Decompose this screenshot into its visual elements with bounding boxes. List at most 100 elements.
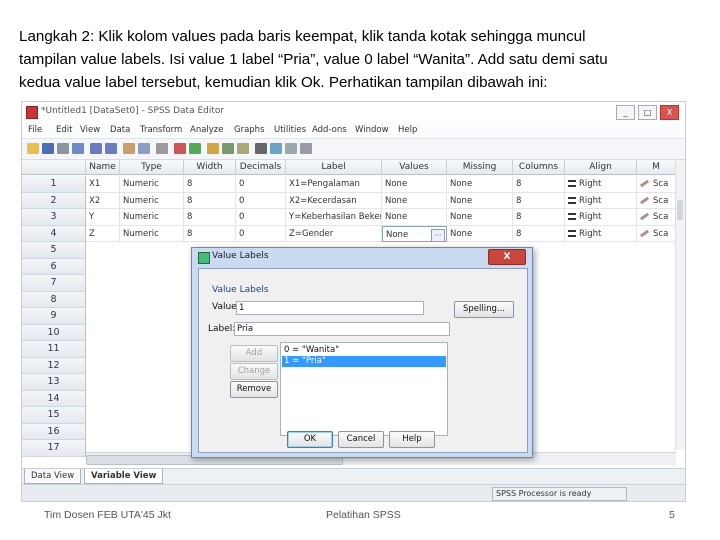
cell-label[interactable]: X2=Kecerdasan xyxy=(286,192,382,209)
find-icon[interactable] xyxy=(156,143,168,154)
variables-icon[interactable] xyxy=(138,143,150,154)
header-values[interactable]: Values xyxy=(382,160,447,175)
menu-graphs[interactable]: Graphs xyxy=(234,125,265,135)
cell-columns[interactable]: 8 xyxy=(513,209,565,226)
menu-utilities[interactable]: Utilities xyxy=(274,125,306,135)
cell-label[interactable]: Y=Keberhasilan Bekerja xyxy=(286,209,382,226)
row-number[interactable]: 15 xyxy=(22,407,86,424)
cell-measure[interactable]: Sca xyxy=(637,209,676,226)
row-number[interactable]: 11 xyxy=(22,341,86,358)
goto-case-icon[interactable] xyxy=(123,143,135,154)
menu-transform[interactable]: Transform xyxy=(140,125,182,135)
cancel-button[interactable]: Cancel xyxy=(338,431,384,448)
header-type[interactable]: Type xyxy=(120,160,184,175)
row-number[interactable]: 17 xyxy=(22,440,86,457)
row-number[interactable]: 4 xyxy=(22,225,86,242)
cell-width[interactable]: 8 xyxy=(184,225,236,242)
row-number[interactable]: 8 xyxy=(22,291,86,308)
cell-decimals[interactable]: 0 xyxy=(236,209,286,226)
insert-cases-icon[interactable] xyxy=(174,143,186,154)
remove-button[interactable]: Remove xyxy=(230,381,278,398)
cell-type[interactable]: Numeric xyxy=(120,209,184,226)
cell-type[interactable]: Numeric xyxy=(120,225,184,242)
cell-align[interactable]: Right xyxy=(565,225,637,242)
close-button[interactable]: X xyxy=(660,105,679,120)
cell-missing[interactable]: None xyxy=(447,225,513,242)
header-measure[interactable]: M xyxy=(637,160,676,175)
cell-missing[interactable]: None xyxy=(447,176,513,193)
cell-measure[interactable]: Sca xyxy=(637,176,676,193)
label-input[interactable]: Pria xyxy=(234,322,450,336)
cell-name[interactable]: Y xyxy=(86,209,120,226)
cell-label[interactable]: Z=Gender xyxy=(286,225,382,242)
row-number[interactable]: 7 xyxy=(22,275,86,292)
scroll-thumb[interactable] xyxy=(677,200,683,220)
header-label[interactable]: Label xyxy=(286,160,382,175)
menu-analyze[interactable]: Analyze xyxy=(190,125,224,135)
header-name[interactable]: Name xyxy=(86,160,120,175)
header-width[interactable]: Width xyxy=(184,160,236,175)
cell-align[interactable]: Right xyxy=(565,176,637,193)
list-item[interactable]: 0 = "Wanita" xyxy=(282,345,494,356)
row-number[interactable]: 3 xyxy=(22,209,86,226)
add-button[interactable]: Add xyxy=(230,345,278,362)
cell-align[interactable]: Right xyxy=(565,192,637,209)
cell-missing[interactable]: None xyxy=(447,192,513,209)
change-button[interactable]: Change xyxy=(230,363,278,380)
menu-help[interactable]: Help xyxy=(398,125,417,135)
row-number[interactable]: 16 xyxy=(22,423,86,440)
undo-icon[interactable] xyxy=(90,143,102,154)
cell-name[interactable]: Z xyxy=(86,225,120,242)
row-number[interactable]: 6 xyxy=(22,258,86,275)
tab-data-view[interactable]: Data View xyxy=(24,469,82,484)
ellipsis-button[interactable]: ⋯ xyxy=(431,228,445,242)
cell-name[interactable]: X1 xyxy=(86,176,120,193)
cell-width[interactable]: 8 xyxy=(184,209,236,226)
open-folder-icon[interactable] xyxy=(27,143,39,154)
cell-name[interactable]: X2 xyxy=(86,192,120,209)
redo-icon[interactable] xyxy=(105,143,117,154)
menu-addons[interactable]: Add-ons xyxy=(312,125,347,135)
cell-measure[interactable]: Sca xyxy=(637,192,676,209)
dialog-close-button[interactable]: X xyxy=(488,249,526,265)
use-sets-icon[interactable] xyxy=(270,143,282,154)
value-labels-list[interactable]: 0 = "Wanita" 1 = "Pria" xyxy=(280,342,448,436)
list-item-selected[interactable]: 1 = "Pria" xyxy=(282,356,446,367)
header-missing[interactable]: Missing xyxy=(447,160,513,175)
value-input[interactable]: 1 xyxy=(236,301,424,315)
split-file-icon[interactable] xyxy=(207,143,219,154)
row-number[interactable]: 5 xyxy=(22,242,86,259)
row-number[interactable]: 2 xyxy=(22,192,86,209)
row-number[interactable]: 12 xyxy=(22,357,86,374)
value-labels-icon[interactable] xyxy=(255,143,267,154)
cell-type[interactable]: Numeric xyxy=(120,176,184,193)
print-icon[interactable] xyxy=(57,143,69,154)
minimize-button[interactable]: _ xyxy=(616,105,635,120)
maximize-button[interactable]: □ xyxy=(638,105,657,120)
menu-data[interactable]: Data xyxy=(110,125,130,135)
menu-edit[interactable]: Edit xyxy=(56,125,72,135)
menu-view[interactable]: View xyxy=(80,125,100,135)
insert-variable-icon[interactable] xyxy=(189,143,201,154)
spell-icon[interactable] xyxy=(300,143,312,154)
vertical-scrollbar[interactable] xyxy=(675,160,685,450)
row-number[interactable]: 10 xyxy=(22,324,86,341)
cell-measure[interactable]: Sca xyxy=(637,225,676,242)
select-cases-icon[interactable] xyxy=(237,143,249,154)
tab-variable-view[interactable]: Variable View xyxy=(84,469,164,484)
help-button[interactable]: Help xyxy=(389,431,435,448)
menu-file[interactable]: File xyxy=(28,125,42,135)
cell-values[interactable]: None xyxy=(382,209,447,226)
cell-columns[interactable]: 8 xyxy=(513,225,565,242)
row-number[interactable]: 13 xyxy=(22,374,86,391)
row-number[interactable]: 14 xyxy=(22,390,86,407)
cell-width[interactable]: 8 xyxy=(184,176,236,193)
header-align[interactable]: Align xyxy=(565,160,637,175)
save-icon[interactable] xyxy=(42,143,54,154)
cell-values[interactable]: None xyxy=(382,192,447,209)
header-decimals[interactable]: Decimals xyxy=(236,160,286,175)
cell-decimals[interactable]: 0 xyxy=(236,225,286,242)
row-number[interactable]: 9 xyxy=(22,308,86,325)
ok-button[interactable]: OK xyxy=(287,431,333,448)
cell-type[interactable]: Numeric xyxy=(120,192,184,209)
